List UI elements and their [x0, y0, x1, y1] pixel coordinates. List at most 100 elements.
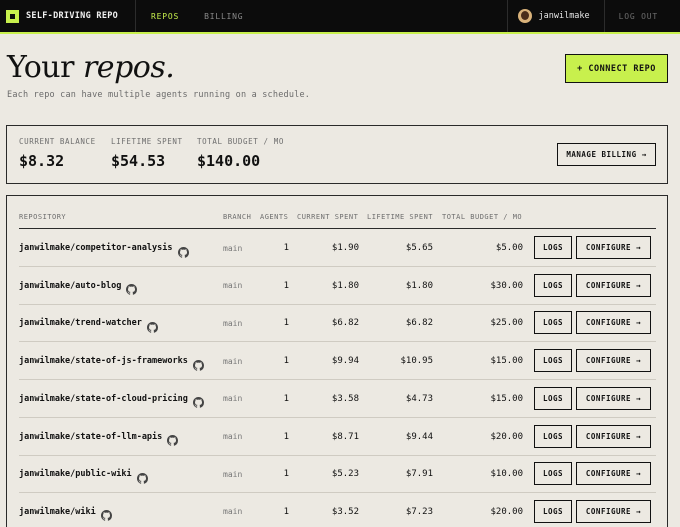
lifetime-spent-cell: $4.73 [373, 380, 433, 418]
branch-value: main [223, 507, 243, 517]
lifetime-spent-value: $7.23 [405, 506, 433, 517]
tab-billing[interactable]: BILLING [204, 12, 243, 21]
agents-value: 1 [283, 393, 289, 404]
tab-repos[interactable]: REPOS [151, 12, 179, 21]
logs-button[interactable]: LOGS [534, 386, 572, 410]
logs-button[interactable]: LOGS [534, 273, 572, 297]
current-spent-cell: $3.52 [299, 493, 359, 527]
logo-icon [6, 9, 19, 23]
total-budget-value: $20.00 [490, 506, 523, 517]
github-icon[interactable] [126, 280, 138, 295]
page-title-regular: Your [7, 50, 83, 85]
total-budget-cell: $15.00 [459, 380, 523, 418]
table-row: janwilmake/public-wiki main 1 $5.23 $7.91 $10… [19, 455, 656, 494]
github-icon[interactable] [146, 318, 158, 333]
header-agents: AGENTS [260, 213, 289, 221]
logs-button[interactable]: LOGS [534, 499, 572, 523]
table-row: janwilmake/state-of-llm-apis main 1 $8.71 $9… [19, 418, 656, 456]
github-icon[interactable] [192, 393, 204, 409]
current-spent-value: $3.58 [331, 393, 359, 404]
branch-cell: main [223, 229, 242, 267]
lifetime-spent-stat: LIFETIME SPENT $54.53 [111, 137, 183, 170]
repo-name[interactable]: janwilmake/state-of-js-frameworks [19, 356, 188, 366]
logout-button[interactable]: LOG OUT [603, 0, 680, 32]
configure-button[interactable]: CONFIGURE → [576, 311, 651, 335]
github-icon[interactable] [167, 431, 179, 446]
total-budget-value: $10.00 [490, 469, 523, 480]
lifetime-spent-cell: $5.65 [373, 229, 433, 267]
logs-button[interactable]: LOGS [534, 462, 572, 486]
table-row: janwilmake/auto-blog main 1 $1.80 $1.80 $30.0… [19, 267, 656, 305]
current-spent-cell: $8.71 [299, 418, 359, 456]
logs-button[interactable]: LOGS [534, 349, 572, 373]
branch-value: main [223, 394, 243, 404]
agents-value: 1 [283, 469, 289, 480]
agents-value: 1 [283, 318, 289, 329]
agents-value: 1 [283, 506, 289, 517]
brand[interactable]: SELF-DRIVING REPO [0, 0, 136, 32]
repo-cell: janwilmake/state-of-cloud-pricing [19, 380, 204, 418]
main-nav: REPOS BILLING [136, 0, 268, 32]
logs-button[interactable]: LOGS [534, 424, 572, 448]
github-icon[interactable] [100, 506, 112, 522]
branch-value: main [223, 281, 243, 291]
github-icon[interactable] [192, 356, 204, 371]
repo-name[interactable]: janwilmake/state-of-cloud-pricing [19, 394, 188, 404]
table-row: janwilmake/trend-watcher main 1 $6.82 $6.82 $… [19, 304, 656, 343]
connect-repo-button[interactable]: + CONNECT REPO [565, 54, 668, 83]
logs-button[interactable]: LOGS [534, 236, 572, 259]
repo-name[interactable]: janwilmake/state-of-llm-apis [19, 432, 162, 442]
agents-cell: 1 [259, 455, 289, 493]
agents-cell: 1 [259, 418, 289, 456]
agents-value: 1 [283, 280, 289, 291]
configure-button[interactable]: CONFIGURE → [576, 386, 651, 410]
manage-billing-button[interactable]: MANAGE BILLING → [557, 143, 656, 166]
github-icon[interactable] [136, 469, 148, 484]
agents-value: 1 [283, 243, 289, 253]
current-balance-stat: CURRENT BALANCE $8.32 [19, 137, 96, 170]
current-spent-value: $6.82 [331, 318, 359, 329]
repo-name[interactable]: janwilmake/competitor-analysis [19, 243, 173, 253]
total-budget-value: $25.00 [490, 318, 523, 329]
repo-cell: janwilmake/state-of-llm-apis [19, 418, 179, 456]
lifetime-spent-value: $5.65 [405, 243, 433, 253]
repo-cell: janwilmake/competitor-analysis [19, 229, 189, 267]
branch-cell: main [223, 380, 242, 418]
balance-panel: CURRENT BALANCE $8.32 LIFETIME SPENT $54… [6, 125, 668, 184]
branch-cell: main [223, 418, 242, 456]
user-menu[interactable]: janwilmake [507, 0, 603, 32]
repo-name[interactable]: janwilmake/auto-blog [19, 281, 121, 291]
configure-button[interactable]: CONFIGURE → [576, 462, 651, 486]
branch-cell: main [223, 267, 242, 305]
lifetime-spent-cell: $1.80 [373, 267, 433, 305]
lifetime-spent-cell: $7.91 [373, 455, 433, 493]
branch-value: main [223, 469, 243, 479]
lifetime-spent-cell: $10.95 [373, 342, 433, 380]
logs-button[interactable]: LOGS [534, 311, 572, 335]
total-budget-value: $20.00 [490, 431, 523, 442]
header-branch: BRANCH [223, 213, 252, 221]
repo-name[interactable]: janwilmake/public-wiki [19, 469, 132, 479]
configure-button[interactable]: CONFIGURE → [576, 273, 651, 297]
configure-button[interactable]: CONFIGURE → [576, 349, 651, 373]
configure-button[interactable]: CONFIGURE → [576, 236, 651, 259]
page-title-italic: repos. [82, 50, 175, 85]
current-balance-label: CURRENT BALANCE [19, 137, 96, 146]
lifetime-spent-label: LIFETIME SPENT [111, 137, 183, 146]
repo-name[interactable]: janwilmake/wiki [19, 507, 96, 517]
page-subtitle: Each repo can have multiple agents runni… [7, 90, 311, 100]
configure-button[interactable]: CONFIGURE → [576, 424, 651, 448]
github-icon[interactable] [177, 243, 189, 258]
total-budget-value: $15.00 [490, 356, 523, 367]
branch-value: main [223, 318, 243, 328]
configure-button[interactable]: CONFIGURE → [576, 499, 651, 523]
table-row: janwilmake/state-of-cloud-pricing main 1 $3… [19, 380, 656, 418]
repo-name[interactable]: janwilmake/trend-watcher [19, 318, 142, 328]
current-spent-cell: $1.80 [299, 267, 359, 305]
branch-value: main [223, 243, 243, 253]
branch-value: main [223, 356, 243, 366]
brand-name: SELF-DRIVING REPO [26, 11, 119, 21]
header-lifetime-spent: LIFETIME SPENT [367, 213, 434, 221]
lifetime-spent-value: $6.82 [405, 318, 433, 329]
